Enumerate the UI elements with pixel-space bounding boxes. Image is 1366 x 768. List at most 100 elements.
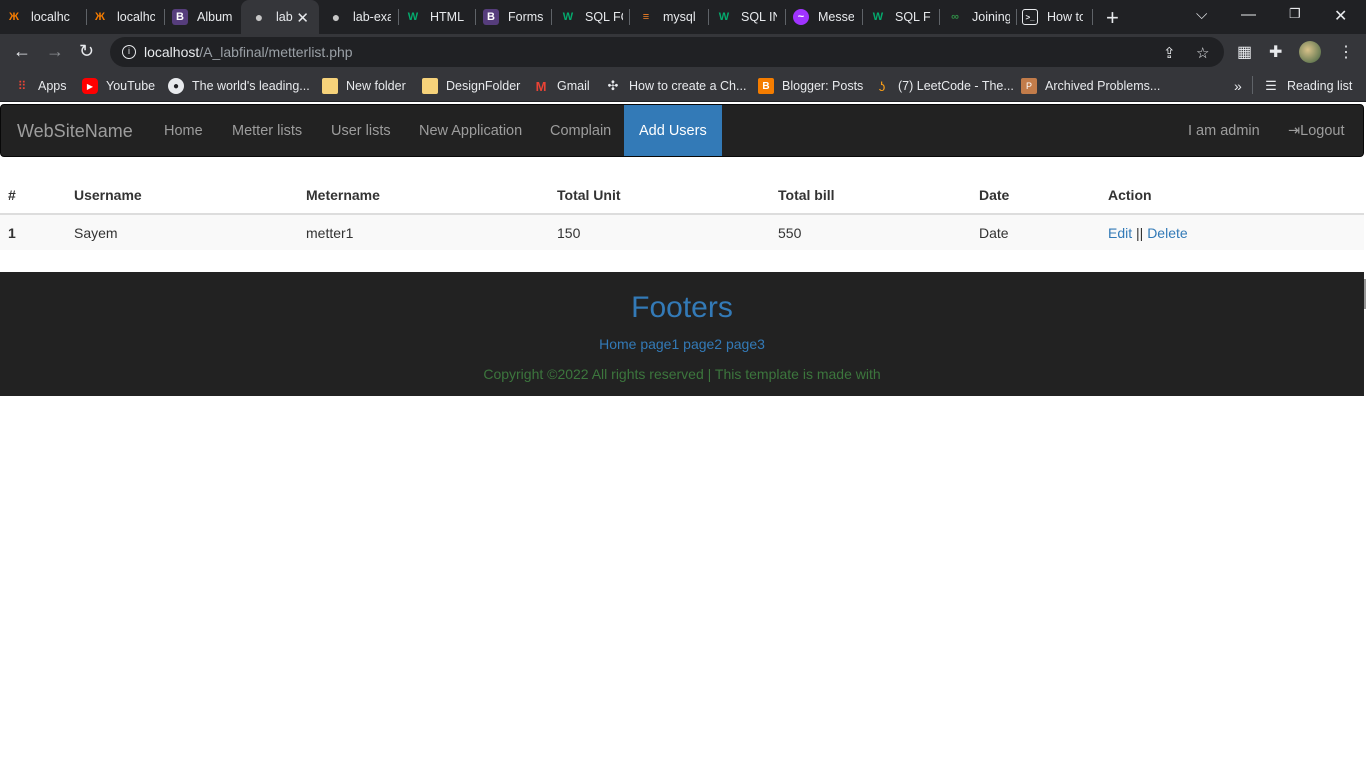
nav-link-new-application[interactable]: New Application: [419, 123, 522, 139]
close-window-icon[interactable]: ✕: [1334, 6, 1347, 26]
bookmark-youtube[interactable]: ▶ YouTube: [82, 78, 155, 94]
meter-list-table: # Username Metername Total Unit Total bi…: [0, 177, 1364, 250]
restore-icon[interactable]: ❐: [1289, 6, 1301, 22]
back-icon[interactable]: ←: [13, 41, 31, 62]
tab-separator: [475, 9, 476, 25]
tab-search-icon[interactable]: ⌵: [1196, 6, 1207, 23]
tab-label: localhc: [31, 10, 70, 24]
tab-separator: [708, 9, 709, 25]
site-navbar: WebSiteName Home Metter lists User lists…: [0, 104, 1364, 157]
new-tab-icon[interactable]: +: [1106, 5, 1119, 31]
gmail-icon: M: [535, 78, 547, 94]
reading-list-icon: ☰: [1265, 78, 1277, 93]
nav-link-metter-lists[interactable]: Metter lists: [232, 123, 302, 139]
profile-avatar[interactable]: [1299, 41, 1321, 63]
tab-label: How to: [1047, 10, 1083, 24]
youtube-icon: ▶: [82, 78, 98, 94]
browser-tab[interactable]: >_ How to: [1022, 0, 1086, 34]
bookmark-new-folder[interactable]: New folder: [322, 78, 406, 94]
cell-total-bill: 550: [770, 214, 971, 250]
globe-icon: ●: [331, 9, 341, 25]
w3schools-icon: W: [718, 11, 730, 23]
browser-tab[interactable]: B Forms: [483, 0, 547, 34]
footer-link-page3[interactable]: page3: [726, 336, 765, 352]
bookmark-label: Blogger: Posts: [782, 79, 864, 93]
forward-icon[interactable]: →: [46, 41, 64, 62]
bookmarks-divider: [1252, 76, 1253, 94]
bookmark-github[interactable]: ● The world's leading...: [168, 78, 310, 94]
reload-icon[interactable]: ↻: [79, 41, 94, 62]
footer-links: Home page1 page2 page3: [0, 336, 1364, 352]
browser-tab[interactable]: Ж localhc: [6, 0, 80, 34]
bookmark-apps[interactable]: ⠿ Apps: [14, 78, 67, 94]
browser-toolbar: ← → ↻ i localhost/A_labfinal/metterlist.…: [0, 34, 1366, 70]
more-bookmarks-chevron[interactable]: »: [1234, 78, 1242, 94]
browser-tab[interactable]: W HTML: [405, 0, 469, 34]
tab-label: lab-exa: [353, 10, 391, 24]
url-text[interactable]: localhost/A_labfinal/metterlist.php: [144, 44, 353, 60]
nav-link-user-lists[interactable]: User lists: [331, 123, 391, 139]
reading-list-button[interactable]: ☰ Reading list: [1263, 78, 1352, 94]
bookmark-gmail[interactable]: M Gmail: [533, 78, 590, 94]
browser-tab[interactable]: ● lab-exa: [328, 0, 394, 34]
nav-link-home[interactable]: Home: [164, 123, 203, 139]
footer-link-home[interactable]: Home: [599, 336, 636, 352]
browser-tab[interactable]: W SQL FC: [560, 0, 624, 34]
tab-separator: [1092, 9, 1093, 25]
site-brand[interactable]: WebSiteName: [17, 121, 133, 142]
action-separator: ||: [1136, 224, 1144, 241]
tab-label: localhc: [117, 10, 155, 24]
close-tab-icon[interactable]: ✕: [296, 9, 309, 27]
bookmark-chatgpt[interactable]: ✣ How to create a Ch...: [605, 78, 747, 94]
tab-strip: Ж localhc Ж localhc B Album ● lab ✕ ● la…: [0, 0, 1366, 34]
footer-link-page2[interactable]: page2: [683, 336, 722, 352]
browser-menu-icon[interactable]: ⋮: [1338, 42, 1354, 62]
logout-label: Logout: [1300, 123, 1345, 139]
bookmark-label: YouTube: [106, 79, 156, 93]
bookmark-leetcode[interactable]: ʖ (7) LeetCode - The...: [874, 78, 1014, 94]
reading-list-label: Reading list: [1287, 79, 1353, 93]
tab-label: Forms: [508, 10, 544, 24]
browser-tab[interactable]: Ж localhc: [92, 0, 160, 34]
bookmark-label: New folder: [346, 79, 406, 93]
bookmark-blogger[interactable]: B Blogger: Posts: [758, 78, 863, 94]
logout-icon: ⇥: [1288, 123, 1301, 139]
bookmark-label: Gmail: [557, 79, 590, 93]
cell-index: 1: [0, 214, 66, 250]
browser-tab[interactable]: ≡ mysql: [638, 0, 702, 34]
minimize-icon[interactable]: —: [1241, 6, 1256, 23]
extensions-puzzle-icon[interactable]: ✚: [1269, 42, 1282, 62]
bookmark-star-icon[interactable]: ☆: [1196, 44, 1209, 62]
browser-tab-active[interactable]: ● lab ✕: [241, 0, 319, 34]
w3schools-icon: W: [872, 11, 884, 23]
address-bar[interactable]: i localhost/A_labfinal/metterlist.php ⇪ …: [110, 37, 1224, 67]
share-icon[interactable]: ⇪: [1163, 44, 1176, 62]
bookmark-designfolder[interactable]: DesignFolder: [422, 78, 520, 94]
bootstrap-icon: B: [483, 9, 499, 25]
nav-link-complain[interactable]: Complain: [550, 123, 611, 139]
folder-icon: [422, 78, 438, 94]
delete-link[interactable]: Delete: [1147, 225, 1187, 241]
tab-separator: [164, 9, 165, 25]
tab-label: HTML: [430, 10, 465, 24]
nav-link-add-users[interactable]: Add Users: [624, 105, 722, 156]
cell-metername: metter1: [298, 214, 549, 250]
site-info-icon[interactable]: i: [122, 45, 136, 59]
tab-label: Messe: [818, 10, 854, 24]
tab-separator: [862, 9, 863, 25]
bookmark-archived-problems[interactable]: P Archived Problems...: [1021, 78, 1160, 94]
extension-grid-icon[interactable]: ▦: [1237, 42, 1252, 62]
tab-separator: [785, 9, 786, 25]
logout-link[interactable]: ⇥Logout: [1288, 123, 1345, 139]
edit-link[interactable]: Edit: [1108, 225, 1132, 241]
admin-label[interactable]: I am admin: [1188, 123, 1260, 139]
browser-tab[interactable]: ~ Messe: [793, 0, 857, 34]
browser-tab[interactable]: B Album: [172, 0, 236, 34]
tab-separator: [629, 9, 630, 25]
footer-link-page1[interactable]: page1: [640, 336, 679, 352]
browser-tab[interactable]: ∞ Joining: [947, 0, 1011, 34]
column-header-total-bill: Total bill: [770, 177, 971, 215]
w3schools-icon: W: [407, 11, 419, 23]
browser-tab[interactable]: W SQL IN: [716, 0, 780, 34]
browser-tab[interactable]: W SQL FU: [870, 0, 934, 34]
